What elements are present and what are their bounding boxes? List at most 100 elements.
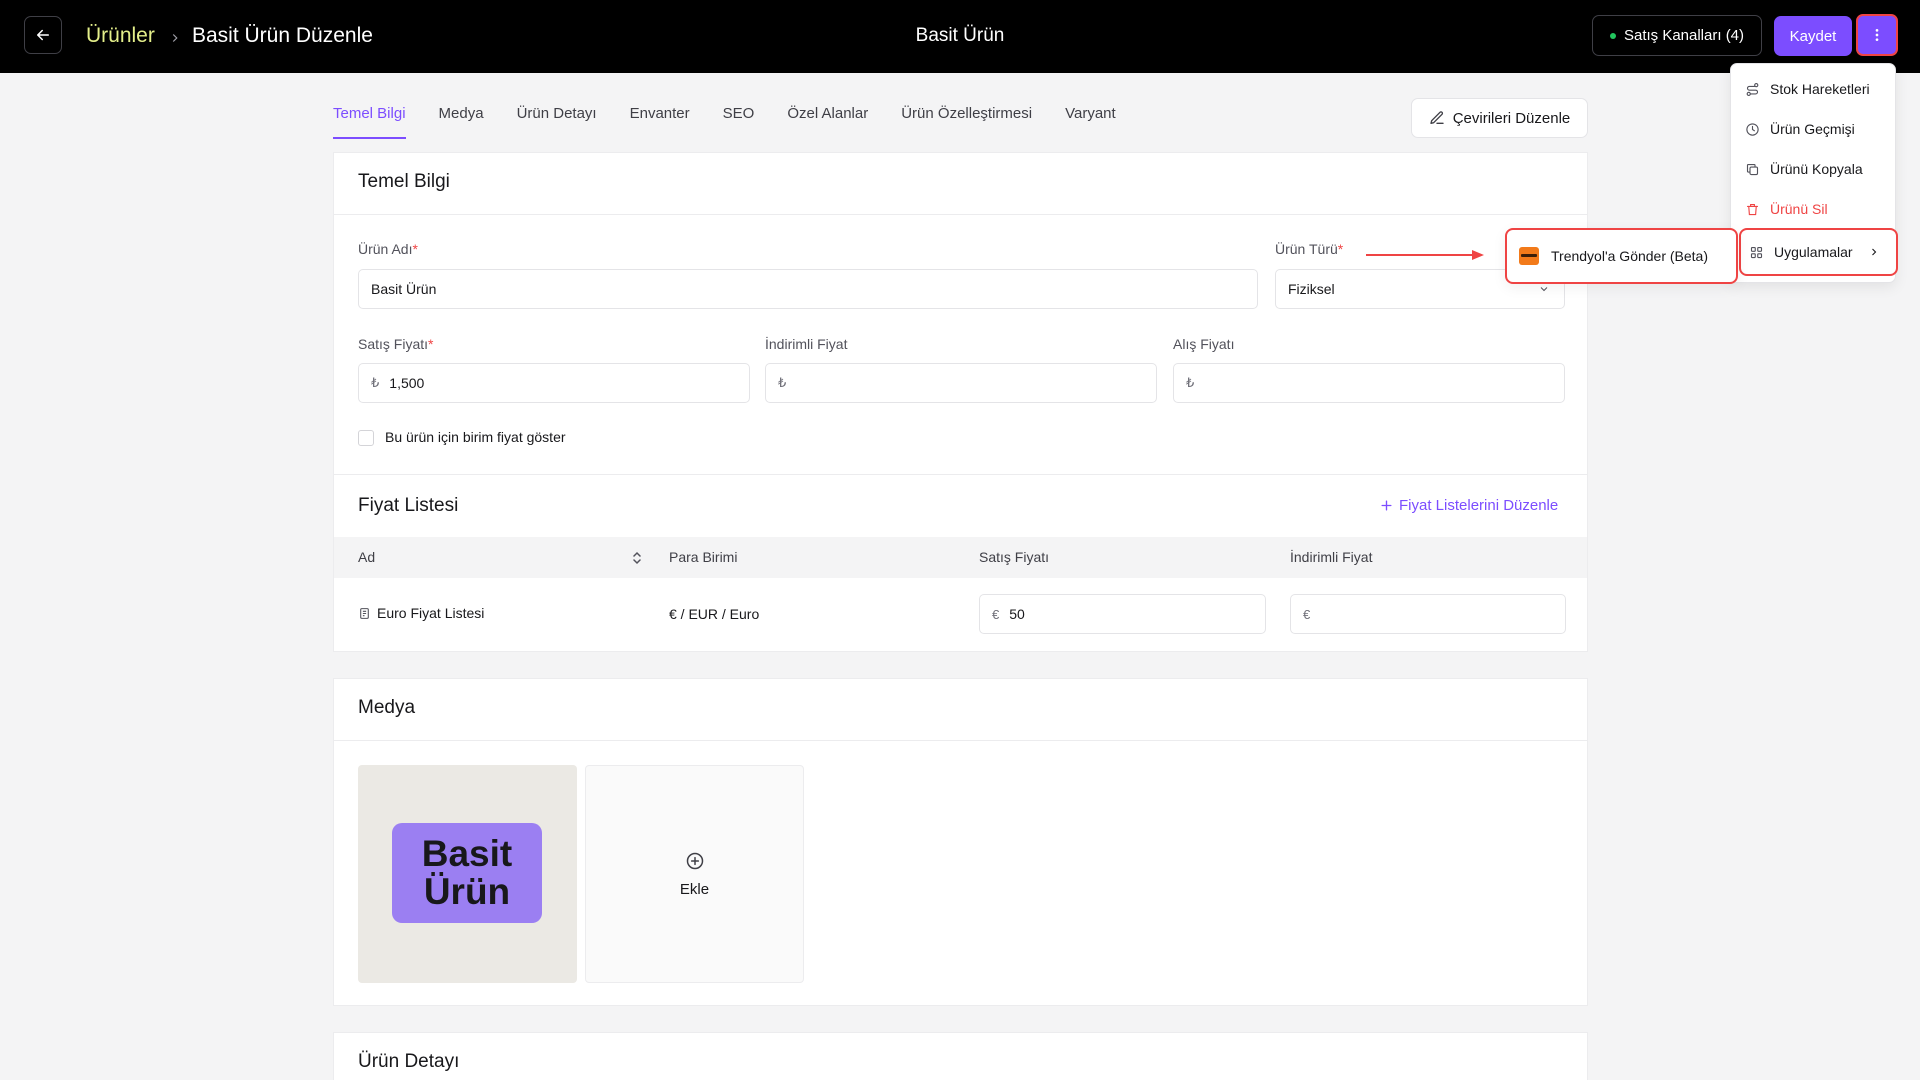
price-list-name: Euro Fiyat Listesi: [377, 605, 485, 621]
top-bar: Ürünler Basit Ürün Düzenle Basit Ürün Sa…: [0, 0, 1920, 73]
tab-variant[interactable]: Varyant: [1065, 104, 1116, 139]
tab-basic-info[interactable]: Temel Bilgi: [333, 104, 406, 139]
sale-price-input[interactable]: ₺ 1,500: [358, 363, 750, 403]
history-icon: [1746, 122, 1759, 136]
edit-price-lists-label: Fiyat Listelerini Düzenle: [1399, 497, 1559, 514]
unit-price-checkbox-label: Bu ürün için birim fiyat göster: [385, 429, 566, 445]
save-button[interactable]: Kaydet: [1774, 16, 1852, 56]
media-image-text: Basit: [421, 833, 513, 874]
tab-media[interactable]: Medya: [439, 104, 484, 139]
media-image-text: Ürün: [423, 871, 511, 912]
product-name-input[interactable]: Basit Ürün: [358, 269, 1258, 309]
applications-label: Uygulamalar: [1774, 244, 1853, 260]
table-row-name: Euro Fiyat Listesi: [358, 605, 484, 621]
currency-prefix: €: [992, 606, 1000, 622]
menu-item-copy-product[interactable]: Ürünü Kopyala: [1745, 159, 1863, 179]
sales-channels-button[interactable]: Satış Kanalları (4): [1592, 15, 1762, 56]
menu-item-applications[interactable]: Uygulamalar: [1739, 228, 1898, 276]
edit-translations-label: Çevirileri Düzenle: [1452, 109, 1571, 127]
trash-icon: [1746, 203, 1759, 215]
menu-item-label: Ürünü Sil: [1770, 201, 1828, 217]
plus-circle-icon: [686, 852, 703, 869]
divider: [334, 740, 1587, 741]
purchase-price-label: Alış Fiyatı: [1173, 336, 1235, 352]
divider: [334, 474, 1587, 475]
discount-price-label: İndirimli Fiyat: [765, 336, 848, 352]
chevron-down-icon: [1540, 287, 1548, 292]
product-name-label: Ürün Adı*: [358, 241, 418, 257]
price-list-title: Fiyat Listesi: [358, 495, 459, 516]
sales-channels-label: Satış Kanalları (4): [1623, 27, 1745, 44]
sale-price-label: Satış Fiyatı*: [358, 336, 433, 352]
tab-inventory[interactable]: Envanter: [630, 104, 690, 139]
discount-price-input[interactable]: ₺: [765, 363, 1157, 403]
copy-icon: [1746, 163, 1759, 175]
arrow-right-icon: [1366, 250, 1484, 260]
menu-item-label: Stok Hareketleri: [1770, 81, 1870, 97]
table-row-currency: € / EUR / Euro: [669, 606, 760, 622]
tab-product-detail[interactable]: Ürün Detayı: [517, 104, 597, 139]
media-image-badge: Basit Ürün: [392, 823, 542, 923]
edit-price-lists-link[interactable]: Fiyat Listelerini Düzenle: [1380, 497, 1558, 514]
column-header-sale-price: Satış Fiyatı: [979, 549, 1050, 565]
add-media-label: Ekle: [679, 880, 710, 898]
media-image[interactable]: Basit Ürün: [358, 765, 577, 983]
currency-prefix: €: [1303, 606, 1311, 622]
menu-item-delete-product[interactable]: Ürünü Sil: [1745, 199, 1828, 219]
product-type-label: Ürün Türü*: [1275, 241, 1343, 257]
list-icon: [360, 607, 369, 619]
tab-seo[interactable]: SEO: [723, 104, 755, 139]
row-sale-price-input[interactable]: € 50: [979, 594, 1266, 634]
arrow-left-icon: [37, 29, 49, 41]
trendyol-logo-icon: [1519, 247, 1539, 265]
plus-icon: [1381, 500, 1392, 511]
menu-item-product-history[interactable]: Ürün Geçmişi: [1745, 119, 1855, 139]
pencil-icon: [1430, 111, 1444, 124]
tab-custom-fields[interactable]: Özel Alanlar: [787, 104, 868, 139]
tab-customization[interactable]: Ürün Özelleştirmesi: [901, 104, 1032, 139]
product-type-label-text: Ürün Türü: [1275, 241, 1338, 257]
page-title: Basit Ürün: [915, 25, 1005, 46]
breadcrumb-separator: [168, 25, 182, 53]
menu-item-label: Ürün Geçmişi: [1770, 121, 1855, 137]
required-mark: *: [428, 336, 434, 352]
currency-prefix: ₺: [1186, 375, 1195, 390]
sale-price-value: 1,500: [389, 375, 425, 391]
more-vertical-icon: [1875, 29, 1879, 41]
breadcrumb-products-link[interactable]: Ürünler: [86, 22, 155, 50]
product-name-value: Basit Ürün: [371, 281, 437, 297]
basic-info-card: Temel Bilgi Ürün Adı* Basit Ürün Ürün Tü…: [333, 152, 1588, 652]
column-header-name[interactable]: Ad: [358, 549, 375, 565]
applications-submenu: Trendyol'a Gönder (Beta): [1505, 228, 1738, 284]
basic-info-title: Temel Bilgi: [358, 171, 450, 192]
media-title: Medya: [358, 697, 416, 718]
add-media-button[interactable]: Ekle: [585, 765, 804, 983]
menu-item-label: Ürünü Kopyala: [1770, 161, 1863, 177]
chevron-right-icon: [172, 34, 178, 42]
row-discount-price-input[interactable]: €: [1290, 594, 1566, 634]
required-mark: *: [1337, 241, 1344, 257]
back-button[interactable]: [24, 16, 62, 54]
media-card: Medya Basit Ürün Ekle: [333, 678, 1588, 1006]
column-header-discount-price: İndirimli Fiyat: [1290, 549, 1373, 565]
product-detail-card: Ürün Detayı: [333, 1032, 1588, 1080]
divider: [334, 214, 1587, 215]
product-type-value: Fiziksel: [1288, 281, 1335, 297]
edit-translations-button[interactable]: Çevirileri Düzenle: [1411, 98, 1588, 138]
sale-price-label-text: Satış Fiyatı: [358, 336, 429, 352]
currency-prefix: ₺: [371, 375, 380, 390]
currency-prefix: ₺: [778, 375, 787, 390]
unit-price-checkbox[interactable]: [358, 430, 374, 446]
route-icon: [1746, 82, 1759, 96]
more-options-button[interactable]: [1856, 14, 1898, 56]
product-detail-title: Ürün Detayı: [358, 1051, 460, 1072]
sort-icon[interactable]: [631, 551, 643, 565]
purchase-price-input[interactable]: ₺: [1173, 363, 1565, 403]
menu-item-stock-movements[interactable]: Stok Hareketleri: [1745, 79, 1870, 99]
status-dot-icon: [1609, 32, 1616, 39]
row-sale-price-value: 50: [1009, 606, 1025, 622]
grid-icon: [1750, 246, 1763, 258]
column-header-currency: Para Birimi: [669, 549, 738, 565]
send-to-trendyol-item[interactable]: Trendyol'a Gönder (Beta): [1551, 248, 1708, 264]
product-name-label-text: Ürün Adı: [358, 241, 413, 257]
